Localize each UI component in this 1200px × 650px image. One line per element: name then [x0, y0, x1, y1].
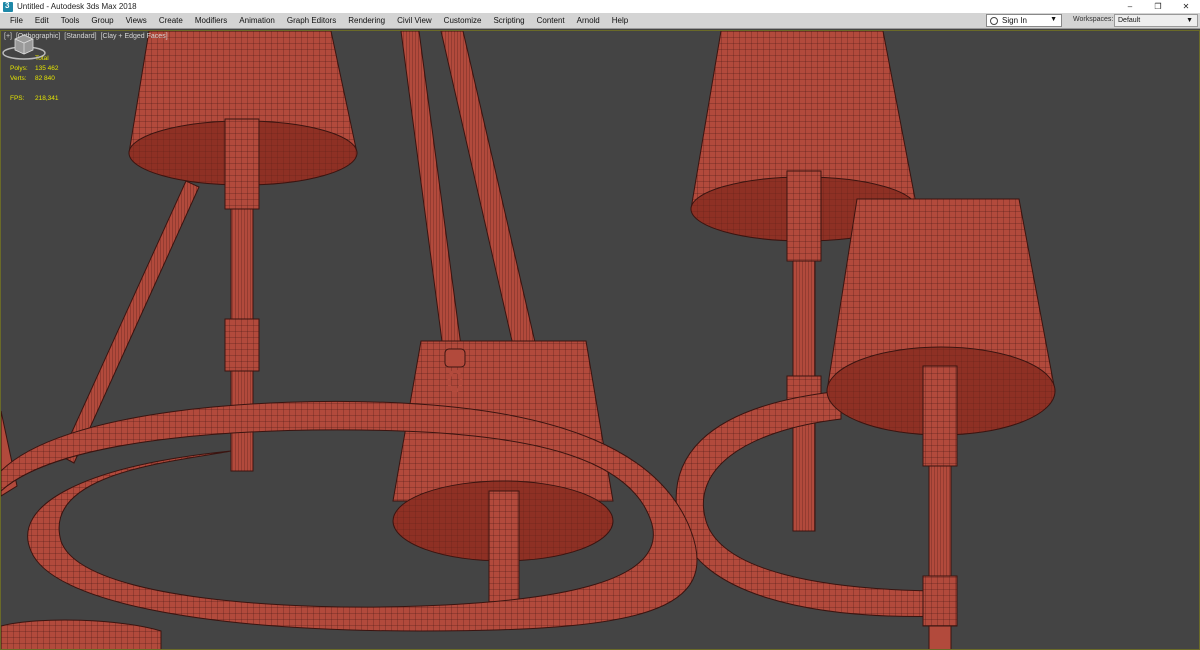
- menu-group[interactable]: Group: [85, 13, 119, 29]
- menu-file[interactable]: File: [4, 13, 29, 29]
- title-bar: Untitled - Autodesk 3ds Max 2018 – ❐ ✕: [0, 0, 1200, 13]
- menu-civil-view[interactable]: Civil View: [391, 13, 438, 29]
- lamp-stem: [922, 365, 958, 649]
- workspaces-label: Workspaces:: [1073, 16, 1114, 23]
- lamp-stem: [786, 170, 822, 532]
- viewport-shading-standard-label[interactable]: [Standard]: [64, 33, 96, 40]
- menu-rendering[interactable]: Rendering: [342, 13, 391, 29]
- menu-animation[interactable]: Animation: [233, 13, 281, 29]
- menu-edit[interactable]: Edit: [29, 13, 55, 29]
- sign-in-dropdown[interactable]: Sign In ▼: [986, 14, 1062, 27]
- user-icon: [990, 16, 998, 25]
- stats-polys-label: Polys:: [10, 65, 28, 72]
- menu-create[interactable]: Create: [153, 13, 189, 29]
- app-logo-icon: [3, 1, 13, 12]
- workspaces-select[interactable]: Default ▼: [1114, 14, 1198, 27]
- maximize-button[interactable]: ❐: [1144, 0, 1172, 13]
- lamp-shade: [392, 340, 614, 622]
- menu-help[interactable]: Help: [606, 13, 634, 29]
- chevron-down-icon: ▼: [1186, 17, 1193, 24]
- sign-in-label: Sign In: [1002, 16, 1027, 25]
- menu-bar: File Edit Tools Group Views Create Modif…: [0, 13, 1200, 29]
- stats-fps-value: 218,341: [35, 95, 59, 102]
- close-button[interactable]: ✕: [1172, 0, 1200, 13]
- minimize-button[interactable]: –: [1116, 0, 1144, 13]
- perspective-viewport[interactable]: [+] [Orthographic] [Standard] [Clay + Ed…: [0, 30, 1200, 650]
- menu-arnold[interactable]: Arnold: [571, 13, 606, 29]
- menu-customize[interactable]: Customize: [438, 13, 488, 29]
- chandelier-model[interactable]: [1, 31, 1200, 650]
- menu-scripting[interactable]: Scripting: [487, 13, 530, 29]
- stats-verts-value: 82 840: [35, 75, 55, 82]
- stats-verts-label: Verts:: [10, 75, 27, 82]
- menu-modifiers[interactable]: Modifiers: [189, 13, 233, 29]
- menu-graph-editors[interactable]: Graph Editors: [281, 13, 342, 29]
- chevron-down-icon: ▼: [1050, 16, 1057, 23]
- main-menu: File Edit Tools Group Views Create Modif…: [0, 13, 634, 29]
- workspaces-value: Default: [1118, 17, 1141, 24]
- viewport-statistics: Total Polys: 135 462 Verts: 82 840 FPS: 218…: [10, 54, 59, 104]
- window-controls: – ❐ ✕: [1116, 0, 1200, 13]
- menu-content[interactable]: Content: [531, 13, 571, 29]
- window-title: Untitled - Autodesk 3ds Max 2018: [17, 2, 137, 11]
- viewcube-icon[interactable]: [1, 31, 47, 61]
- stats-fps-label: FPS:: [10, 95, 25, 102]
- stats-polys-value: 135 462: [35, 65, 59, 72]
- menu-tools[interactable]: Tools: [55, 13, 86, 29]
- viewport-shading-mode-label[interactable]: [Clay + Edged Faces]: [101, 33, 168, 40]
- menu-views[interactable]: Views: [120, 13, 153, 29]
